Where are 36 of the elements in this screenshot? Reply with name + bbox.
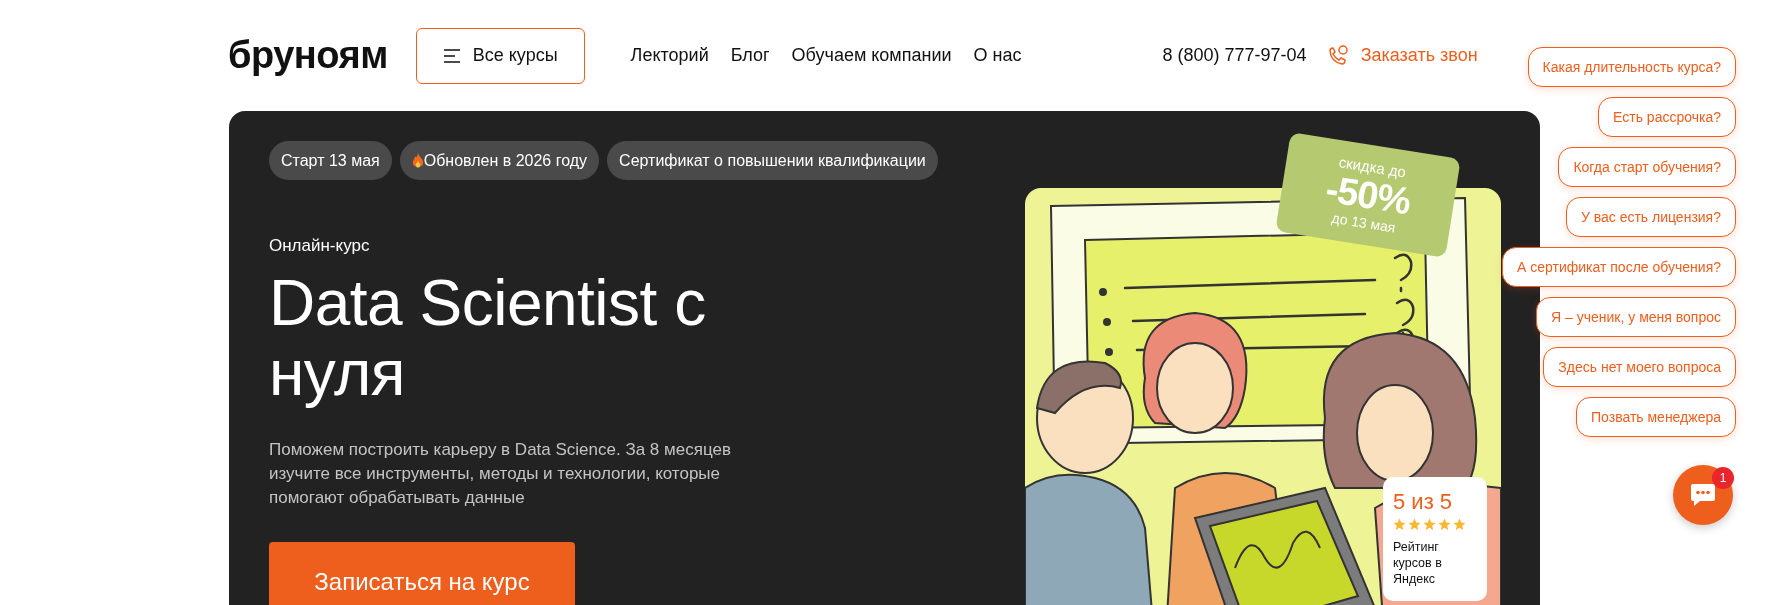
course-tag: Старт 13 мая xyxy=(269,141,392,180)
course-tag: Обновлен в 2026 году xyxy=(399,141,600,180)
star-icon xyxy=(1423,518,1436,531)
rating-score: 5 из 5 xyxy=(1393,489,1454,515)
course-type-label: Онлайн-курс xyxy=(269,236,371,256)
chat-button[interactable] xyxy=(1673,465,1733,525)
nav-link[interactable]: Блог xyxy=(730,45,770,66)
logo[interactable]: бруноям xyxy=(228,34,388,77)
fire-icon xyxy=(411,152,424,169)
quick-reply-chip[interactable]: А сертификат после обучения? xyxy=(1502,247,1736,287)
course-description: Поможем построить карьеру в Data Science. За 8 месяцев изучите все инструменты, методы и технологии, которые помогают обрабатывать данные xyxy=(269,439,732,509)
quick-reply-chip[interactable]: Здесь нет моего вопроса xyxy=(1543,347,1736,387)
star-icon xyxy=(1408,518,1421,531)
nav-link[interactable]: Лекторий xyxy=(630,45,709,66)
quick-reply-chip[interactable]: Позвать менеджера xyxy=(1576,397,1736,437)
quick-reply-chip[interactable]: Когда старт обучения? xyxy=(1558,147,1736,187)
course-tag: Сертификат о повышении квалификации xyxy=(607,141,938,180)
all-courses-button[interactable]: Все курсы xyxy=(415,27,585,84)
star-icon xyxy=(1453,518,1466,531)
phone-link[interactable]: 8 (800) 777-97-04 xyxy=(1162,45,1307,66)
nav-link[interactable]: О нас xyxy=(973,45,1022,66)
quick-reply-chip[interactable]: Какая длительность курса? xyxy=(1527,47,1736,87)
phone-chat-icon xyxy=(1326,44,1349,67)
star-icon xyxy=(1438,518,1451,531)
rating-caption: Рейтинг курсов в Яндекс xyxy=(1393,539,1443,587)
chat-bubble-icon xyxy=(1689,482,1717,508)
enroll-button[interactable]: Записаться на курс xyxy=(269,542,575,605)
quick-reply-chip[interactable]: У вас есть лицензия? xyxy=(1565,197,1736,237)
quick-reply-chip[interactable]: Есть рассрочка? xyxy=(1598,97,1736,137)
quick-reply-chip[interactable]: Я – ученик, у меня вопрос xyxy=(1536,297,1736,337)
nav-link[interactable]: Обучаем компании xyxy=(791,45,952,66)
menu-icon xyxy=(442,48,461,63)
unread-badge: 1 xyxy=(1712,467,1734,489)
course-title: Data Scientist с нуля xyxy=(269,268,707,408)
star-icon xyxy=(1393,518,1406,531)
callback-link[interactable]: Заказать звон xyxy=(1326,44,1478,67)
